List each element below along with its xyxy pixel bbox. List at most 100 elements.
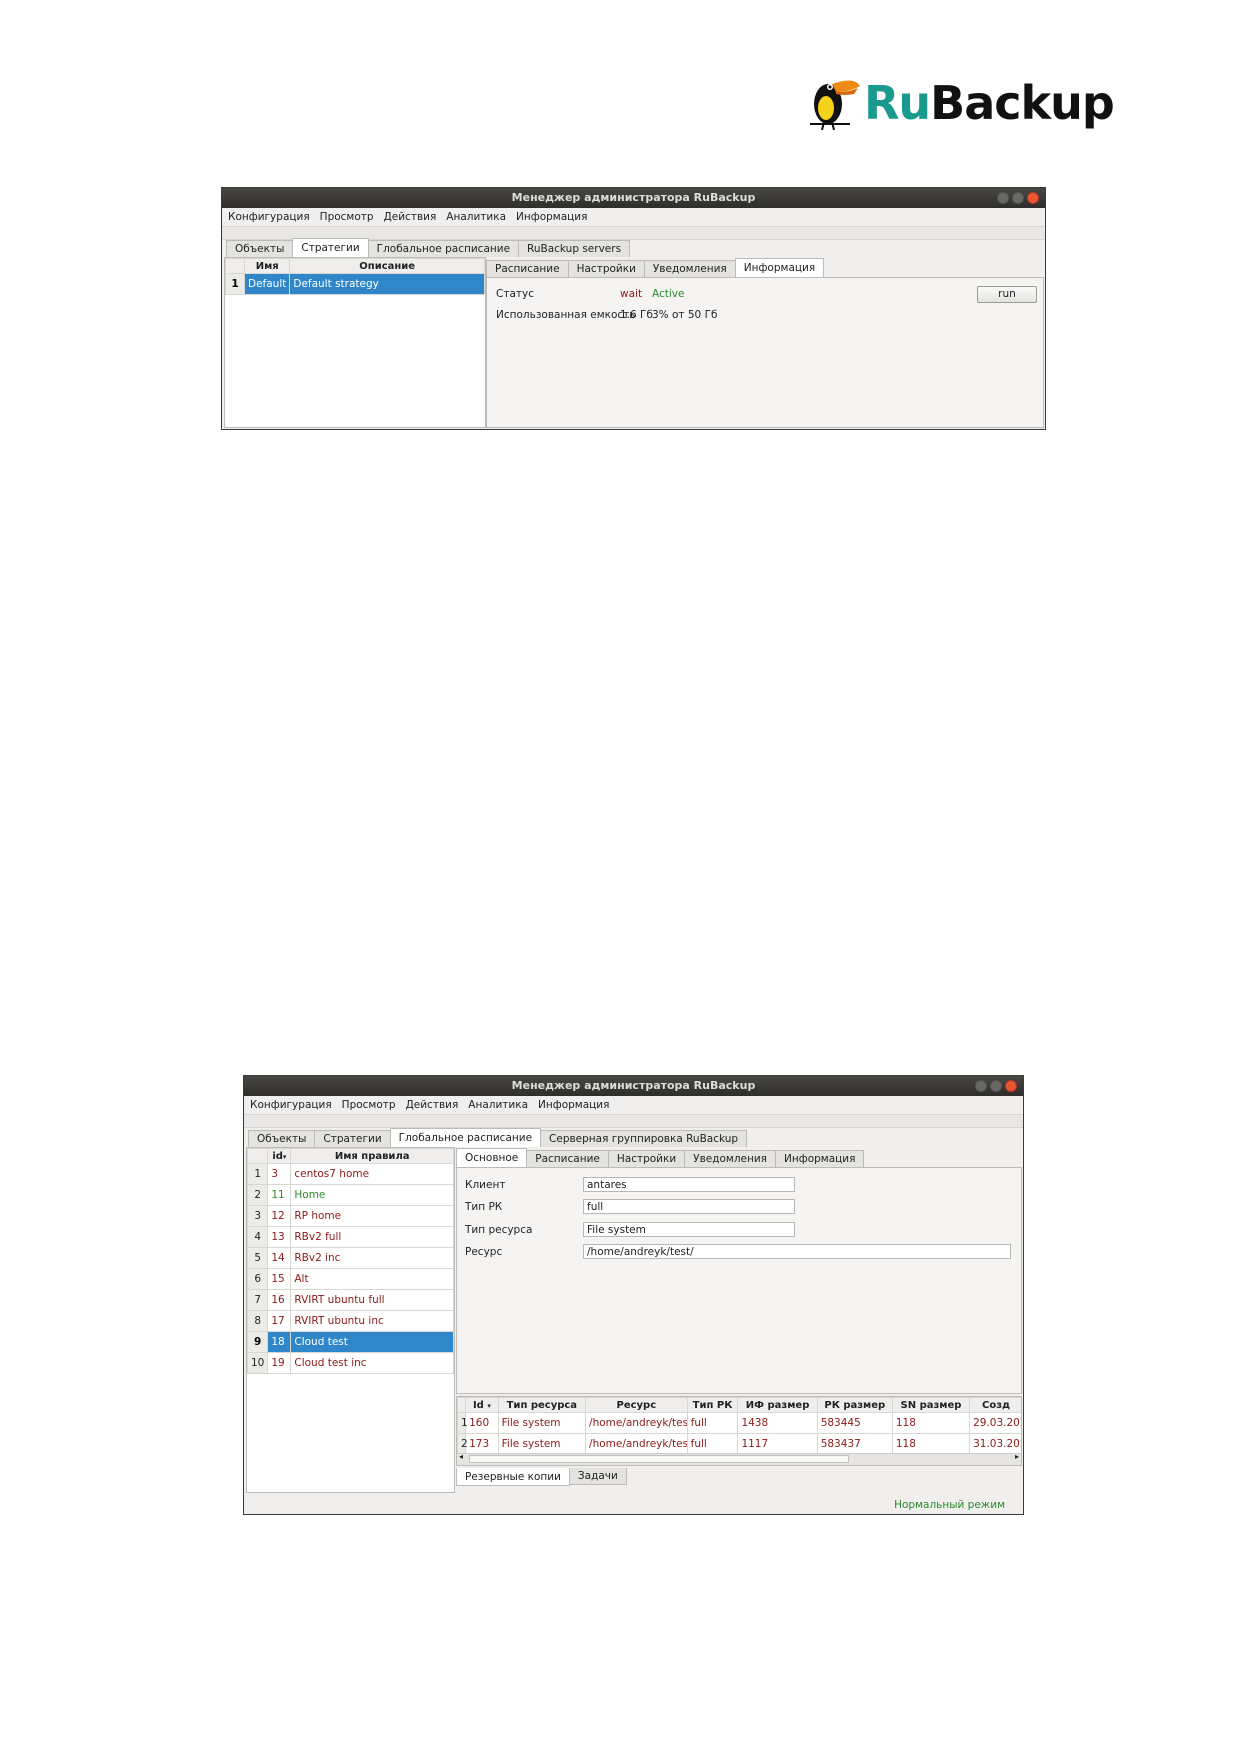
col-resource-type[interactable]: Тип ресурса [497,1397,587,1413]
table-row[interactable]: 1 Default Default strategy [225,273,485,295]
table-row[interactable]: 5 14 RBv2 inc [246,1247,454,1269]
menu-actions[interactable]: Действия [406,1099,459,1111]
table-row[interactable]: 2 11 Home [246,1184,454,1206]
rk-type-label: Тип РК [465,1201,503,1213]
tab-objects[interactable]: Объекты [248,1130,316,1147]
toucan-icon [810,80,860,131]
close-icon[interactable] [1005,1080,1017,1092]
menu-information[interactable]: Информация [516,211,587,223]
sub-tabs: Основное Расписание Настройки Уведомлени… [456,1148,865,1167]
menu-analytics[interactable]: Аналитика [446,211,506,223]
rule-name: RP home [290,1205,454,1227]
run-button[interactable]: run [977,286,1037,303]
menu-configuration[interactable]: Конфигурация [228,211,310,223]
col-resource[interactable]: Ресурс [585,1397,688,1413]
sub-tabs: Расписание Настройки Уведомления Информа… [486,258,825,277]
backup-rk-size: 583445 [816,1412,893,1434]
tab-objects[interactable]: Объекты [226,240,294,257]
table-row[interactable]: 10 19 Cloud test inc [246,1352,454,1374]
menu-actions[interactable]: Действия [384,211,437,223]
row-number: 7 [246,1289,269,1311]
rule-name: RBv2 inc [290,1247,454,1269]
col-id-label: id [272,1150,283,1162]
tab-schedule[interactable]: Расписание [526,1150,609,1167]
tab-settings[interactable]: Настройки [607,1150,686,1167]
col-backup-id[interactable]: Id ▾ [465,1397,499,1413]
maximize-icon[interactable] [1012,192,1024,204]
tab-global-schedule[interactable]: Глобальное расписание [367,240,520,257]
tab-strategies[interactable]: Стратегии [314,1130,391,1147]
col-description[interactable]: Описание [289,258,485,274]
col-created[interactable]: Созд [969,1397,1021,1413]
tab-strategies[interactable]: Стратегии [292,238,369,257]
scrollbar-thumb[interactable] [469,1455,849,1463]
tab-server-group[interactable]: Серверная группировка RuBackup [540,1130,748,1147]
table-row[interactable]: 6 15 Alt [246,1268,454,1290]
row-number: 2 [246,1184,269,1206]
rubackup-logo: RuBackup [806,70,1115,140]
row-number: 9 [246,1331,269,1353]
tab-schedule[interactable]: Расписание [486,260,569,277]
client-field[interactable]: antares [583,1177,795,1192]
row-number: 5 [246,1247,269,1269]
col-rule-name[interactable]: Имя правила [290,1148,454,1164]
tab-information[interactable]: Информация [734,258,825,277]
col-if-size[interactable]: ИФ размер [737,1397,818,1413]
table-row[interactable]: 1 160 File system/home/andreyk/test/full 14… [457,1412,1021,1434]
tab-notifications[interactable]: Уведомления [643,260,736,277]
logo-text-ru: Ru [864,76,931,130]
table-row[interactable]: 7 16 RVIRT ubuntu full [246,1289,454,1311]
minimize-icon[interactable] [975,1080,987,1092]
tab-tasks[interactable]: Задачи [568,1468,627,1485]
menu-bar: Конфигурация Просмотр Действия Аналитика Инф… [244,1096,1023,1114]
table-row[interactable]: 3 12 RP home [246,1205,454,1227]
backup-created: 29.03.202 [969,1412,1021,1434]
resource-type-field[interactable]: File system [583,1222,795,1237]
backup-resource: /home/andreyk/test/ [585,1412,688,1434]
horizontal-scrollbar[interactable]: ◂ ▸ [457,1452,1021,1465]
row-number: 1 [225,273,245,295]
table-row[interactable]: 9 18 Cloud test [246,1331,454,1353]
main-tabs: Объекты Стратегии Глобальное расписание … [226,238,631,257]
table-row[interactable]: 8 17 RVIRT ubuntu inc [246,1310,454,1332]
menu-analytics[interactable]: Аналитика [468,1099,528,1111]
resource-field[interactable]: /home/andreyk/test/ [583,1244,1011,1259]
menu-view[interactable]: Просмотр [342,1099,396,1111]
rk-type-field[interactable]: full [583,1199,795,1214]
col-rk-type[interactable]: Тип РК [686,1397,739,1413]
menu-configuration[interactable]: Конфигурация [250,1099,332,1111]
tab-backups[interactable]: Резервные копии [456,1468,570,1486]
tab-settings[interactable]: Настройки [567,260,645,277]
table-row[interactable]: 4 13 RBv2 full [246,1226,454,1248]
backup-if-size: 1438 [737,1412,818,1434]
scroll-left-icon[interactable]: ◂ [459,1452,463,1461]
tab-rubackup-servers[interactable]: RuBackup servers [518,240,631,257]
minimize-icon[interactable] [997,192,1009,204]
resource-label: Ресурс [465,1246,503,1258]
col-sn-size[interactable]: SN размер [891,1397,971,1413]
row-number: 6 [246,1268,269,1290]
rule-id: 16 [267,1289,292,1311]
scroll-right-icon[interactable]: ▸ [1015,1452,1019,1461]
menu-bar: Конфигурация Просмотр Действия Аналитика Инф… [222,208,1045,226]
backup-if-size: 1117 [737,1433,818,1455]
bottom-tabs: Резервные копии Задачи [456,1468,627,1486]
col-id[interactable]: id▾ [267,1148,292,1164]
maximize-icon[interactable] [990,1080,1002,1092]
tab-information[interactable]: Информация [775,1150,865,1167]
tab-global-schedule[interactable]: Глобальное расписание [389,1128,542,1147]
menu-view[interactable]: Просмотр [320,211,374,223]
rule-id: 14 [267,1247,292,1269]
col-name[interactable]: Имя [243,258,291,274]
tab-notifications[interactable]: Уведомления [684,1150,776,1167]
table-row[interactable]: 2 173 File system/home/andreyk/test/full 11… [457,1433,1021,1455]
row-number: 1 [246,1163,269,1185]
close-icon[interactable] [1027,192,1039,204]
col-backup-id-label: Id [472,1399,484,1411]
table-row[interactable]: 1 3 centos7 home [246,1163,454,1185]
col-rk-size[interactable]: РК размер [816,1397,893,1413]
tab-main[interactable]: Основное [456,1148,528,1167]
menu-information[interactable]: Информация [538,1099,609,1111]
strategy-description: Default strategy [289,273,485,295]
row-number: 4 [246,1226,269,1248]
